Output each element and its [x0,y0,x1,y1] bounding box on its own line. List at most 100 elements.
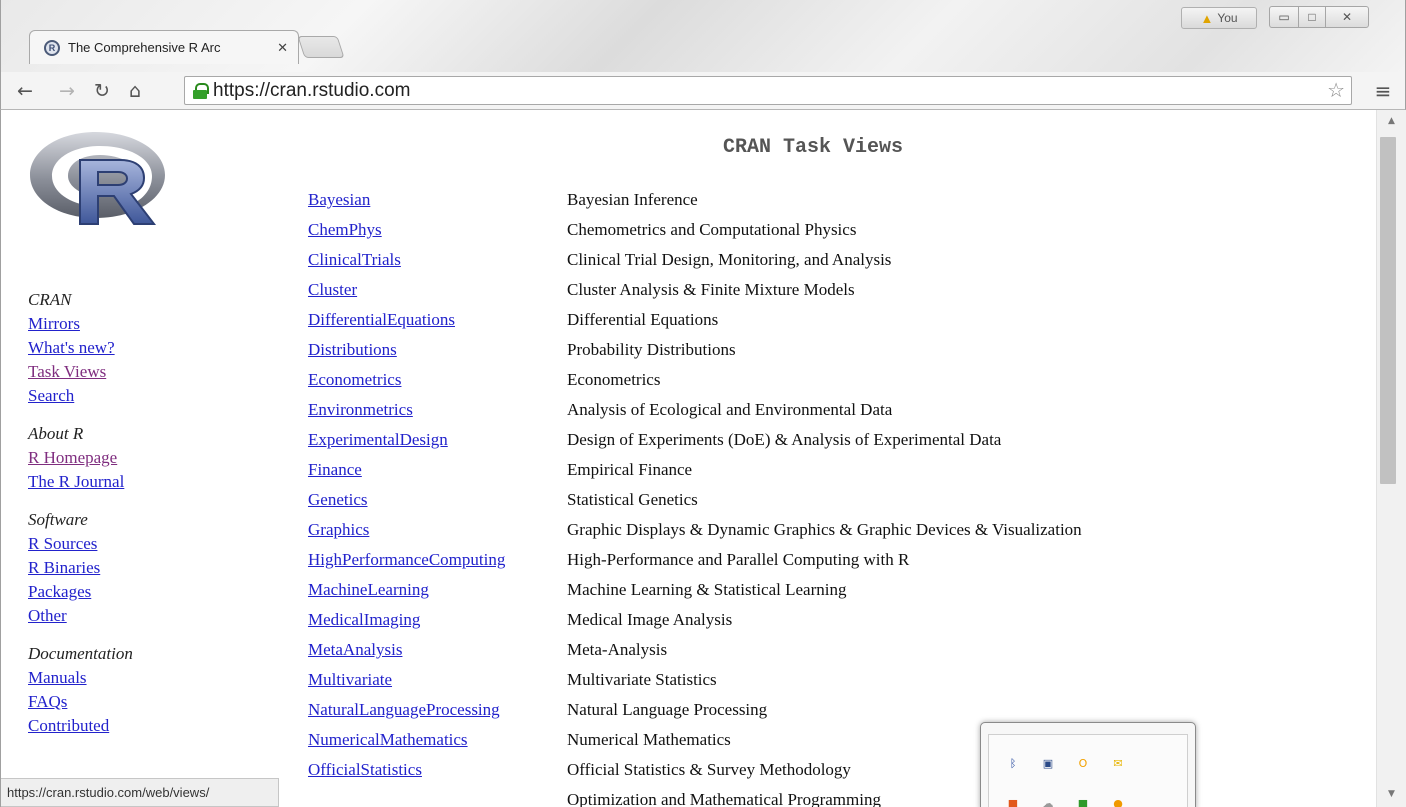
bookmark-star-icon[interactable]: ☆ [1327,78,1345,102]
user-profile-button[interactable]: ▲ You [1181,7,1257,29]
new-tab-button[interactable] [297,36,345,58]
task-view-row: Multivariate Multivariate Statistics [308,665,1082,695]
mail-envelope-icon[interactable]: ✉ [1110,755,1126,771]
task-view-link[interactable]: ExperimentalDesign [308,430,567,450]
forward-arrow-icon: → [59,80,75,102]
task-view-row: HighPerformanceComputing High-Performance… [308,545,1082,575]
warning-icon: ▲ [1200,10,1214,26]
sidebar-link[interactable]: Other [28,604,278,628]
back-button[interactable]: ← [11,77,39,105]
task-view-description: Numerical Mathematics [567,730,731,749]
address-bar[interactable]: https://cran.rstudio.com ☆ [184,76,1352,105]
scroll-down-arrow-icon[interactable]: ▼ [1377,785,1406,803]
sidebar-link[interactable]: Manuals [28,666,278,690]
browser-toolbar: ← → ↻ ⌂ https://cran.rstudio.com ☆ ≡ [0,72,1406,110]
task-view-row: NumericalMathematics Numerical Mathematic… [308,725,1082,755]
reload-button[interactable]: ↻ [88,77,116,105]
task-view-description: Econometrics [567,370,661,389]
task-view-description: Design of Experiments (DoE) & Analysis o… [567,430,1002,449]
sidebar-link[interactable]: Task Views [28,360,278,384]
task-view-row: Bayesian Bayesian Inference [308,185,1082,215]
sidebar-link[interactable]: What's new? [28,336,278,360]
sidebar-heading: Documentation [28,644,133,663]
back-arrow-icon: ← [17,80,33,102]
r-favicon-icon: R [44,39,60,56]
cloud-sync-icon[interactable]: ☁ [1040,795,1056,807]
home-icon: ⌂ [128,80,142,102]
close-window-button[interactable]: ✕ [1325,6,1369,28]
task-view-link[interactable]: MedicalImaging [308,610,567,630]
sidebar-link[interactable]: Contributed [28,714,278,738]
task-view-description: Medical Image Analysis [567,610,733,629]
task-view-row: Cluster Cluster Analysis & Finite Mixture… [308,275,1082,305]
orange-app-icon[interactable]: ● [1110,795,1126,807]
task-view-row: ExperimentalDesign Design of Experiments … [308,425,1082,455]
status-url: https://cran.rstudio.com/web/views/ [7,785,210,800]
task-view-link[interactable]: Graphics [308,520,567,540]
task-view-link[interactable]: DifferentialEquations [308,310,567,330]
task-view-link[interactable]: Bayesian [308,190,567,210]
task-view-description: Meta-Analysis [567,640,668,659]
vertical-scrollbar[interactable]: ▲ ▼ [1376,110,1406,807]
sidebar-link[interactable]: R Sources [28,532,278,556]
task-view-description: Optimization and Mathematical Programmin… [567,790,881,807]
outlook-icon[interactable]: O [1075,755,1091,771]
task-view-link[interactable]: OfficialStatistics [308,760,567,780]
task-view-row: Environmetrics Analysis of Ecological and… [308,395,1082,425]
task-view-link[interactable]: Genetics [308,490,567,510]
task-view-link[interactable]: Cluster [308,280,567,300]
home-button[interactable]: ⌂ [121,77,149,105]
office-icon[interactable]: ■ [1005,795,1021,807]
sidebar-link[interactable]: The R Journal [28,470,278,494]
task-view-row: Finance Empirical Finance [308,455,1082,485]
task-view-link[interactable]: Econometrics [308,370,567,390]
task-view-link[interactable]: ClinicalTrials [308,250,567,270]
task-view-link[interactable]: Distributions [308,340,567,360]
hamburger-menu-icon: ≡ [1374,79,1392,103]
maximize-button[interactable]: □ [1298,6,1326,28]
page-viewport: CRAN Mirrors What's new? Task Views Search Ab… [0,110,1376,807]
browser-tab[interactable]: R The Comprehensive R Arc ✕ [29,30,299,64]
task-view-link[interactable]: NumericalMathematics [308,730,567,750]
task-view-row: DifferentialEquations Differential Equati… [308,305,1082,335]
green-app-icon[interactable]: ■ [1075,795,1091,807]
sidebar-link[interactable]: Search [28,384,278,408]
task-view-link[interactable]: ChemPhys [308,220,567,240]
bluetooth-icon[interactable]: ᛒ [1005,755,1021,771]
task-view-description: Official Statistics & Survey Methodology [567,760,851,779]
task-view-description: Cluster Analysis & Finite Mixture Models [567,280,855,299]
link-status-bar: https://cran.rstudio.com/web/views/ [1,778,279,807]
scroll-up-arrow-icon[interactable]: ▲ [1377,112,1406,130]
task-view-link[interactable]: Environmetrics [308,400,567,420]
minimize-button[interactable]: ▭ [1269,6,1299,28]
sidebar-link[interactable]: FAQs [28,690,278,714]
sidebar-link[interactable]: Packages [28,580,278,604]
tab-close-icon[interactable]: ✕ [277,40,288,56]
task-view-link[interactable]: MetaAnalysis [308,640,567,660]
task-view-description: Statistical Genetics [567,490,698,509]
task-view-description: Clinical Trial Design, Monitoring, and A… [567,250,892,269]
task-view-row: Econometrics Econometrics [308,365,1082,395]
task-views-table: Bayesian Bayesian Inference ChemPhys Chemom… [308,185,1082,807]
browser-menu-button[interactable]: ≡ [1369,77,1397,105]
sidebar-link[interactable]: R Homepage [28,446,278,470]
forward-button[interactable]: → [53,77,81,105]
task-view-row: MedicalImaging Medical Image Analysis [308,605,1082,635]
task-view-description: Graphic Displays & Dynamic Graphics & Gr… [567,520,1082,539]
task-view-description: Machine Learning & Statistical Learning [567,580,847,599]
scroll-thumb[interactable] [1380,137,1396,484]
task-view-link[interactable]: HighPerformanceComputing [308,550,567,570]
sidebar-heading: Software [28,510,88,529]
task-view-link[interactable]: NaturalLanguageProcessing [308,700,567,720]
task-view-link[interactable]: Finance [308,460,567,480]
page-title: CRAN Task Views [723,136,904,159]
task-view-link[interactable]: Multivariate [308,670,567,690]
sidebar-link[interactable]: R Binaries [28,556,278,580]
sidebar-heading: About R [28,424,84,443]
sidebar-link[interactable]: Mirrors [28,312,278,336]
reload-icon: ↻ [94,80,110,102]
network-monitor-icon[interactable]: ▣ [1040,755,1056,771]
task-view-link[interactable]: MachineLearning [308,580,567,600]
r-logo[interactable] [28,130,170,228]
